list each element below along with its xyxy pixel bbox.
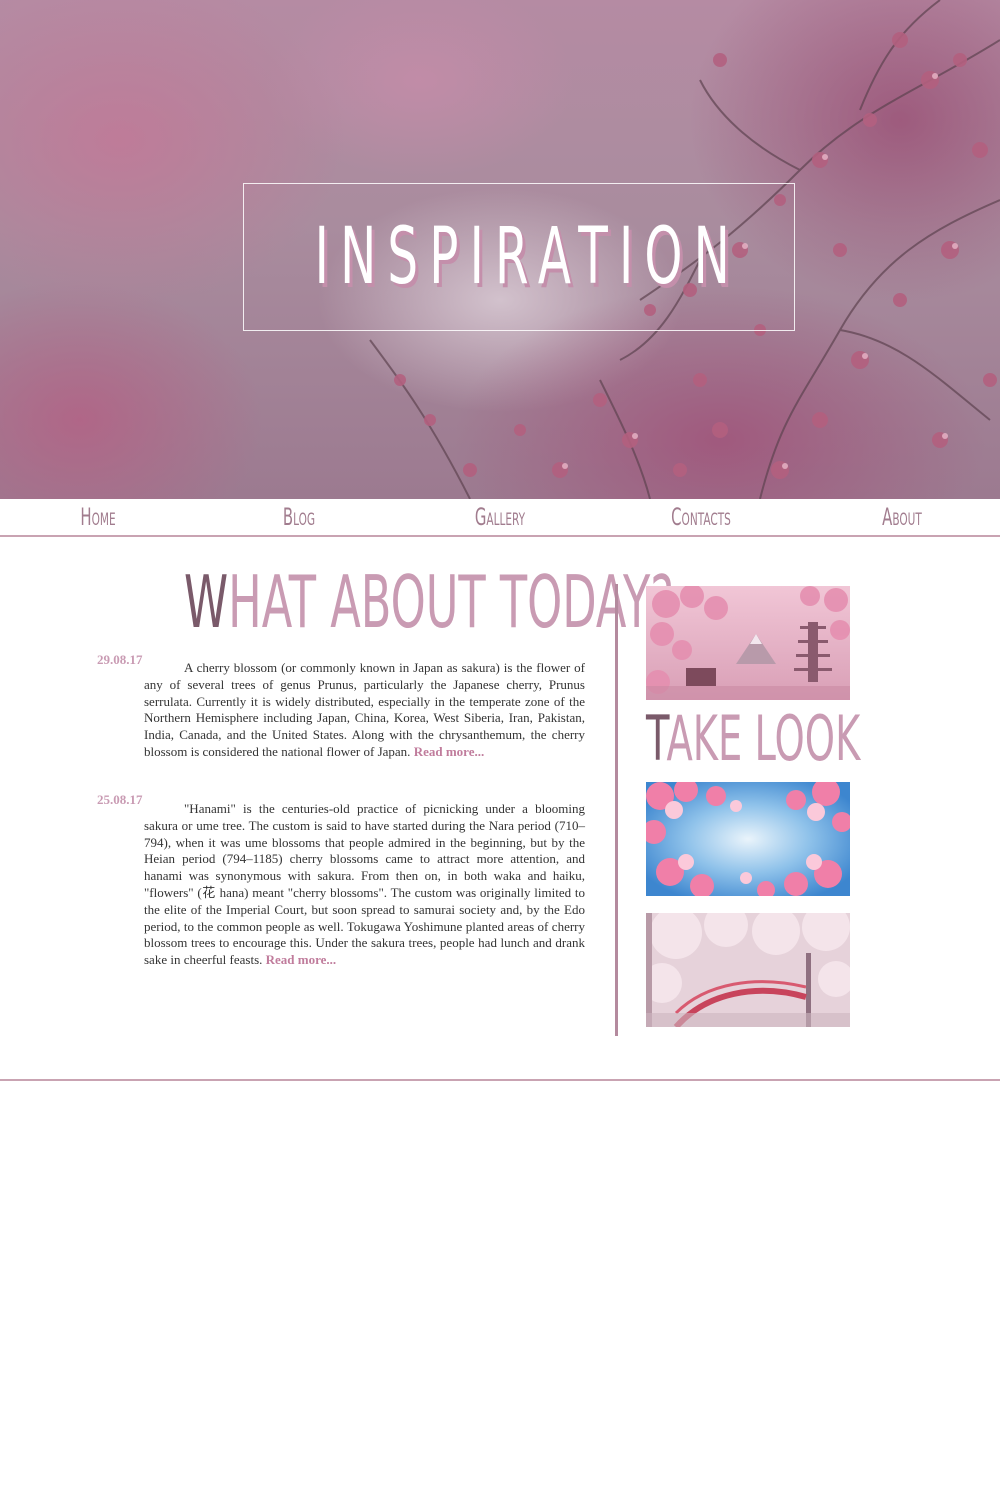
post-text: "Hanami" is the centuries-old practice o… xyxy=(144,801,585,968)
gallery-thumb-blossoms-sky[interactable] xyxy=(646,782,850,896)
nav-item-about[interactable]: About xyxy=(865,503,939,531)
nav-item-home[interactable]: Home xyxy=(61,503,135,531)
post-body: A cherry blossom (or commonly known in J… xyxy=(144,660,585,761)
sidebar-heading-rest: AKE LOOK xyxy=(666,702,861,775)
gallery-thumb-pagoda[interactable] xyxy=(646,586,850,700)
read-more-link[interactable]: Read more... xyxy=(414,744,485,759)
gallery-thumb-bridge[interactable] xyxy=(646,913,850,1027)
post-date: 25.08.17 xyxy=(97,792,143,807)
nav-item-blog[interactable]: Blog xyxy=(262,503,336,531)
hero-banner: INSPIRATION xyxy=(0,0,1000,499)
hero-title: INSPIRATION xyxy=(314,212,742,302)
post-text: A cherry blossom (or commonly known in J… xyxy=(144,660,585,759)
post-date: 29.08.17 xyxy=(97,652,143,667)
hero-title-frame: INSPIRATION xyxy=(243,183,795,331)
main-nav: Home Blog Gallery Contacts About xyxy=(0,499,1000,537)
footer-divider xyxy=(0,1079,1000,1081)
main-heading-initial: W xyxy=(184,560,229,644)
blossoms-sky-photo-icon xyxy=(646,782,850,896)
main-heading-rest: HAT ABOUT TODAY? xyxy=(228,560,674,644)
nav-item-contacts[interactable]: Contacts xyxy=(664,503,738,531)
pagoda-photo-icon xyxy=(646,586,850,700)
nav-item-gallery[interactable]: Gallery xyxy=(463,503,537,531)
bridge-photo-icon xyxy=(646,913,850,1027)
post-body: "Hanami" is the centuries-old practice o… xyxy=(144,801,585,969)
main-heading: WHAT ABOUT TODAY? xyxy=(184,566,674,638)
sidebar-heading-initial: T xyxy=(646,702,667,775)
column-divider xyxy=(615,584,618,1036)
sidebar-heading: TAKE LOOK xyxy=(646,708,860,770)
read-more-link[interactable]: Read more... xyxy=(266,952,337,967)
